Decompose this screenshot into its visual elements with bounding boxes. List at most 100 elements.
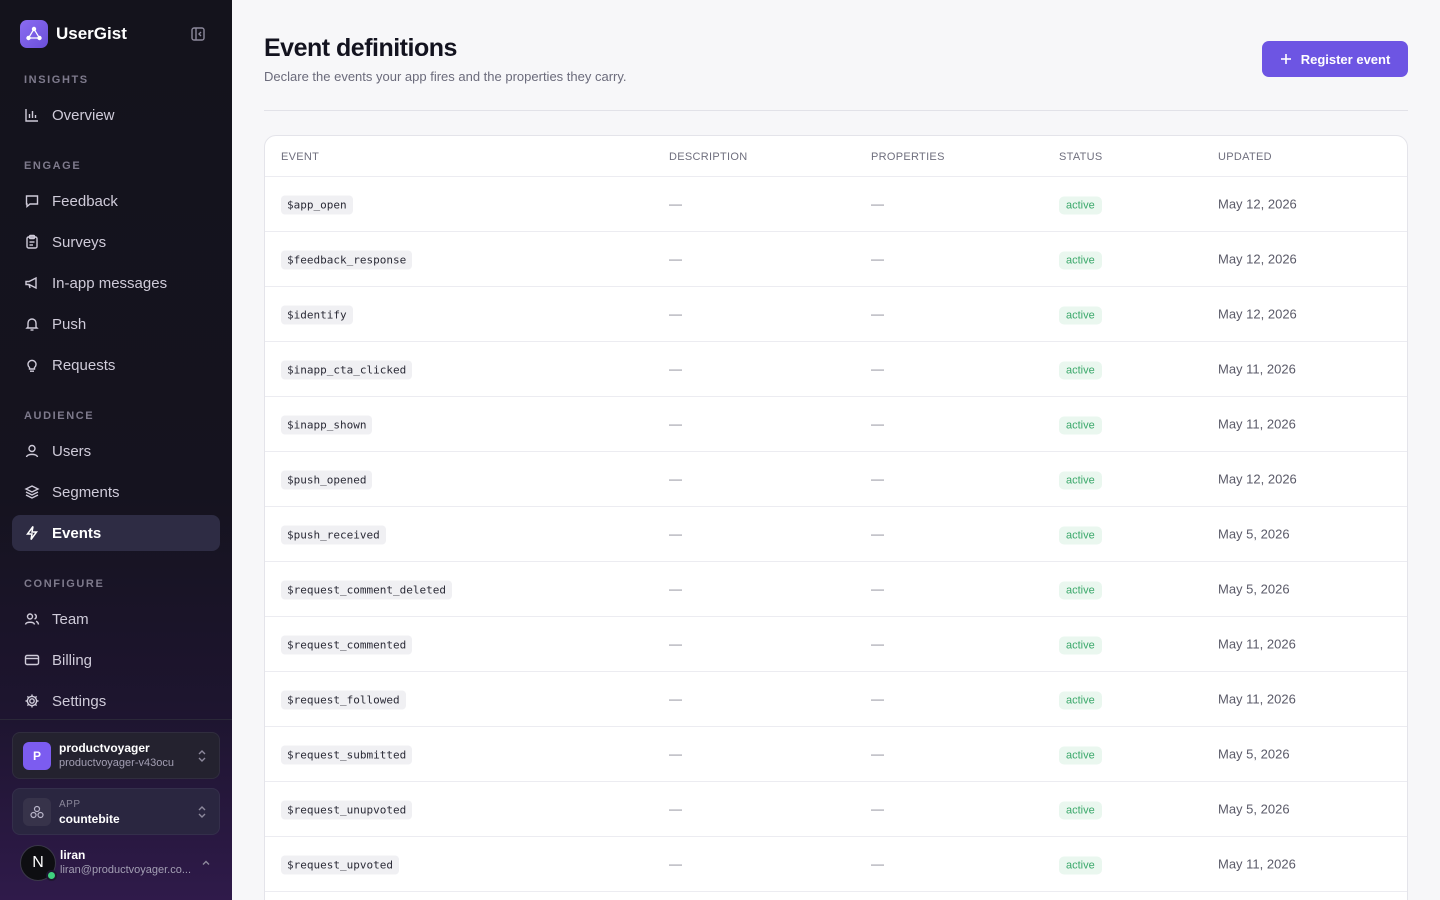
table-row[interactable]: $identify — — active May 12, 2026: [265, 287, 1407, 342]
column-header-event[interactable]: EVENT: [281, 151, 319, 163]
status-badge: active: [1059, 196, 1102, 215]
event-name: $request_commented: [281, 635, 413, 655]
status-badge: active: [1059, 691, 1102, 710]
updated-date: May 5, 2026: [1218, 746, 1290, 762]
table-row[interactable]: $request_comment_deleted — — active May 5, 2…: [265, 562, 1407, 617]
sidebar-item-push[interactable]: Push: [12, 306, 220, 342]
brand-name: UserGist: [56, 24, 127, 43]
updated-date: May 11, 2026: [1218, 361, 1296, 377]
event-properties: —: [871, 416, 884, 432]
usergist-logo-icon: [20, 20, 48, 48]
sidebar-item-users[interactable]: Users: [12, 433, 220, 469]
updated-date: May 11, 2026: [1218, 691, 1296, 707]
status-badge: active: [1059, 526, 1102, 545]
event-description: —: [669, 636, 682, 652]
sidebar-item-label: Overview: [52, 106, 115, 124]
event-description: —: [669, 251, 682, 267]
updated-date: May 12, 2026: [1218, 251, 1297, 267]
sidebar-item-requests[interactable]: Requests: [12, 347, 220, 383]
register-event-label: Register event: [1300, 51, 1391, 67]
status-badge: active: [1059, 361, 1102, 380]
event-properties: —: [871, 581, 884, 597]
app-switcher[interactable]: APP countebite: [12, 788, 220, 835]
status-badge: active: [1059, 636, 1102, 655]
column-header-updated[interactable]: UPDATED: [1218, 151, 1272, 163]
sidebar-item-in-app-messages[interactable]: In-app messages: [12, 265, 220, 301]
clipboard-icon: [24, 234, 40, 250]
table-row[interactable]: $request_unupvoted — — active May 5, 2026: [265, 782, 1407, 837]
event-properties: —: [871, 361, 884, 377]
table-row[interactable]: $request_commented — — active May 11, 2026: [265, 617, 1407, 672]
sidebar-item-feedback[interactable]: Feedback: [12, 183, 220, 219]
sidebar-item-surveys[interactable]: Surveys: [12, 224, 220, 260]
user-icon: [24, 443, 40, 459]
online-status-dot: [46, 870, 57, 881]
event-name: $inapp_shown: [281, 415, 373, 435]
gear-icon: [24, 693, 40, 709]
sidebar-item-label: In-app messages: [52, 274, 168, 292]
layers-icon: [24, 484, 40, 500]
event-properties: —: [871, 471, 884, 487]
column-header-description[interactable]: DESCRIPTION: [669, 151, 747, 163]
sidebar-item-label: Billing: [52, 651, 93, 669]
sidebar-item-overview[interactable]: Overview: [12, 97, 220, 133]
section-label-configure: CONFIGURE: [24, 578, 105, 590]
section-label-engage: ENGAGE: [24, 160, 82, 172]
sidebar-item-billing[interactable]: Billing: [12, 642, 220, 678]
event-description: —: [669, 691, 682, 707]
sidebar-item-label: Settings: [52, 692, 107, 710]
table-row[interactable]: $push_received — — active May 5, 2026: [265, 507, 1407, 562]
table-row[interactable]: $request_submitted — — active May 5, 2026: [265, 727, 1407, 782]
event-properties: —: [871, 691, 884, 707]
event-name: $request_upvoted: [281, 855, 399, 875]
event-description: —: [669, 856, 682, 872]
table-row[interactable]: $feedback_response — — active May 12, 2026: [265, 232, 1407, 287]
event-properties: —: [871, 306, 884, 322]
table-header: EVENT DESCRIPTION PROPERTIES STATUS UPDA…: [265, 136, 1407, 177]
status-badge: active: [1059, 306, 1102, 325]
event-name: $feedback_response: [281, 250, 413, 270]
sidebar-item-team[interactable]: Team: [12, 601, 220, 637]
table-row[interactable]: $request_upvoted — — active May 11, 2026: [265, 837, 1407, 892]
event-name: $request_followed: [281, 690, 406, 710]
column-header-status[interactable]: STATUS: [1059, 151, 1103, 163]
updated-date: May 12, 2026: [1218, 471, 1297, 487]
sidebar-item-label: Segments: [52, 483, 120, 501]
brand[interactable]: UserGist: [20, 20, 127, 48]
table-row[interactable]: $inapp_shown — — active May 11, 2026: [265, 397, 1407, 452]
users-icon: [24, 611, 40, 627]
sidebar-item-label: Feedback: [52, 192, 118, 210]
table-row[interactable]: $app_open — — active May 12, 2026: [265, 177, 1407, 232]
sidebar-item-events[interactable]: Events: [12, 515, 220, 551]
section-label-insights: INSIGHTS: [24, 74, 89, 86]
register-event-button[interactable]: Register event: [1262, 41, 1408, 77]
plus-icon: [1280, 54, 1291, 64]
event-properties: —: [871, 636, 884, 652]
event-properties: —: [871, 856, 884, 872]
table-row[interactable]: $request_followed — — active May 11, 2026: [265, 672, 1407, 727]
table-row[interactable]: $push_opened — — active May 12, 2026: [265, 452, 1407, 507]
user-email: liran@productvoyager.co...: [60, 864, 192, 876]
user-avatar: N: [20, 845, 57, 881]
updated-date: May 5, 2026: [1218, 801, 1290, 817]
updated-date: May 11, 2026: [1218, 636, 1296, 652]
event-description: —: [669, 746, 682, 762]
table-row[interactable]: $inapp_cta_clicked — — active May 11, 2026: [265, 342, 1407, 397]
event-name: $request_comment_deleted: [281, 580, 452, 600]
org-switcher[interactable]: P productvoyager productvoyager-v43ocu: [12, 732, 220, 779]
sidebar-item-label: Requests: [52, 356, 116, 374]
column-header-properties[interactable]: PROPERTIES: [871, 151, 945, 163]
status-badge: active: [1059, 471, 1102, 490]
updated-date: May 5, 2026: [1218, 526, 1290, 542]
updated-date: May 12, 2026: [1218, 306, 1297, 322]
sidebar-collapse-icon[interactable]: [189, 25, 207, 43]
sidebar-item-settings[interactable]: Settings: [12, 683, 220, 719]
sidebar-item-segments[interactable]: Segments: [12, 474, 220, 510]
event-description: —: [669, 801, 682, 817]
event-name: $request_submitted: [281, 745, 413, 765]
event-properties: —: [871, 526, 884, 542]
event-properties: —: [871, 746, 884, 762]
app-icon: [23, 797, 51, 826]
status-badge: active: [1059, 746, 1102, 765]
user-menu[interactable]: N liran liran@productvoyager.co...: [20, 843, 220, 883]
